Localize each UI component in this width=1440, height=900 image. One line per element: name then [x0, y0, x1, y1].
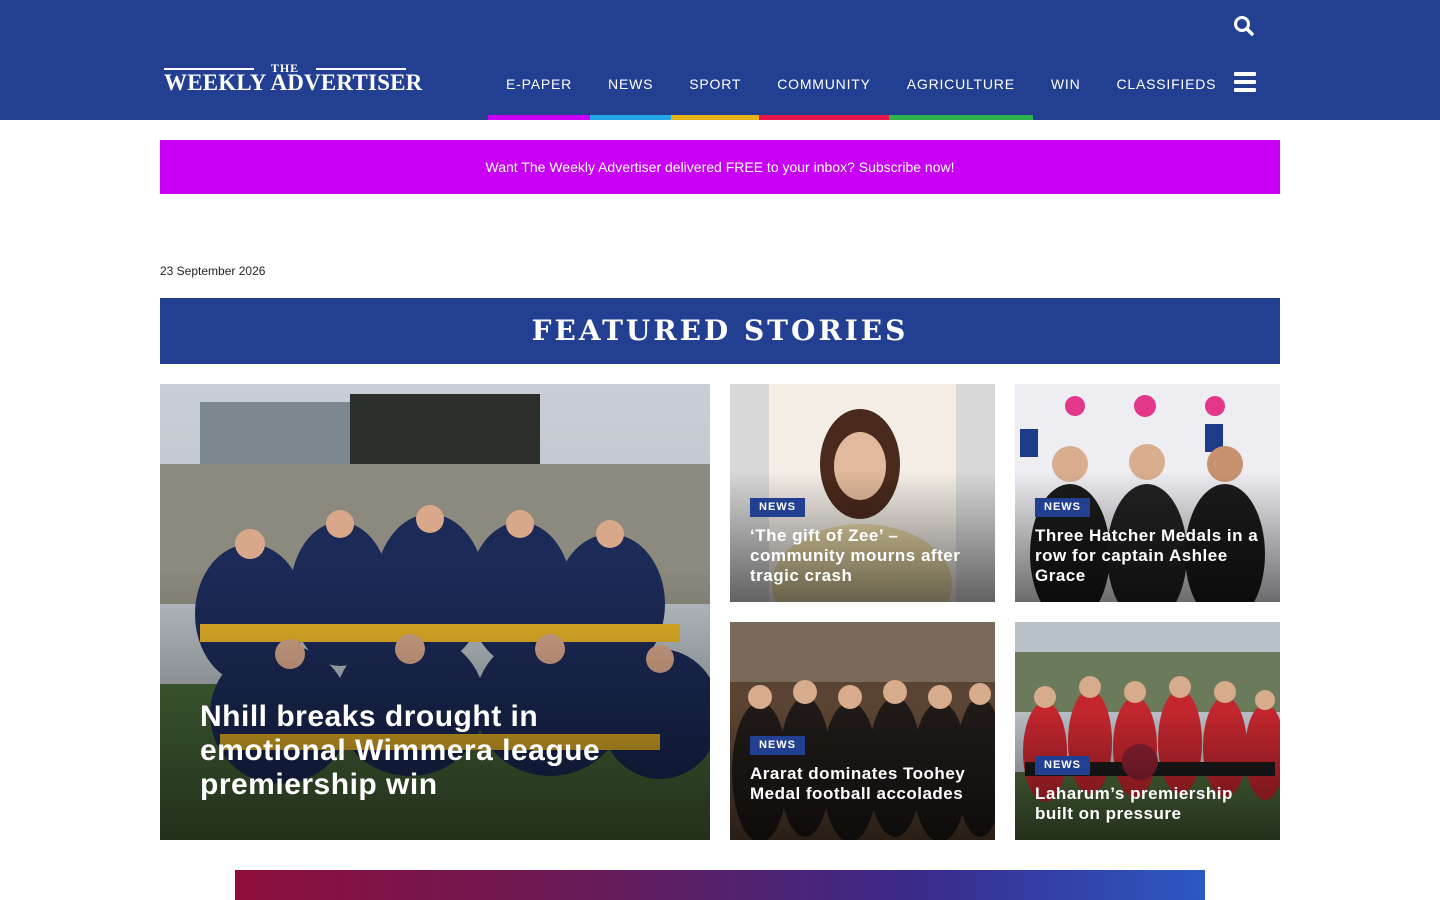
nav-item-label: E-PAPER — [506, 76, 573, 92]
site-header: THE WEEKLY ADVERTISER E-PAPER NEWS SPORT… — [0, 0, 1440, 120]
nav-item-label: COMMUNITY — [777, 76, 871, 92]
hamburger-menu-icon[interactable] — [1234, 72, 1256, 92]
category-badge[interactable]: NEWS — [1035, 498, 1090, 517]
logo-name: WEEKLY ADVERTISER — [164, 70, 423, 95]
nav-item-sport[interactable]: SPORT — [671, 66, 760, 120]
category-badge[interactable]: NEWS — [750, 736, 805, 755]
featured-main-title[interactable]: Nhill breaks drought in emotional Wimmer… — [200, 700, 650, 802]
search-icon[interactable] — [1232, 14, 1256, 38]
nav-item-agriculture[interactable]: AGRICULTURE — [888, 66, 1033, 120]
story-card[interactable]: NEWS Laharum’s premiership built on pres… — [1015, 622, 1280, 840]
story-title[interactable]: Ararat dominates Toohey Medal football a… — [750, 764, 979, 804]
story-card[interactable]: NEWS Ararat dominates Toohey Medal footb… — [730, 622, 995, 840]
advertisement-banner[interactable] — [235, 870, 1205, 900]
site-logo[interactable]: THE WEEKLY ADVERTISER — [164, 62, 423, 95]
story-card[interactable]: NEWS ‘The gift of Zee’ – community mourn… — [730, 384, 995, 602]
nav-item-e-paper[interactable]: E-PAPER — [488, 66, 591, 120]
nav-item-label: CLASSIFIEDS — [1116, 76, 1217, 92]
nav-item-label: SPORT — [689, 76, 742, 92]
category-badge[interactable]: NEWS — [1035, 756, 1090, 775]
main-nav: E-PAPER NEWS SPORT COMMUNITY AGRICULTURE… — [488, 66, 1234, 120]
nav-underline — [488, 115, 591, 120]
nav-item-label: AGRICULTURE — [906, 76, 1015, 92]
story-title[interactable]: Laharum’s premiership built on pressure — [1035, 784, 1264, 824]
subscribe-banner[interactable]: Want The Weekly Advertiser delivered FRE… — [160, 140, 1280, 194]
nav-item-label: WIN — [1050, 76, 1081, 92]
story-title[interactable]: Three Hatcher Medals in a row for captai… — [1035, 526, 1264, 586]
current-date: 23 September 2026 — [160, 264, 266, 278]
featured-heading: FEATURED STORIES — [160, 298, 1280, 364]
nav-item-win[interactable]: WIN — [1033, 66, 1099, 120]
nav-item-news[interactable]: NEWS — [590, 66, 672, 120]
nav-item-community[interactable]: COMMUNITY — [759, 66, 889, 120]
nav-underline — [888, 115, 1033, 120]
featured-main-story[interactable]: Nhill breaks drought in emotional Wimmer… — [160, 384, 710, 840]
nav-underline — [590, 115, 672, 120]
category-badge[interactable]: NEWS — [750, 498, 805, 517]
nav-item-label: NEWS — [608, 76, 654, 92]
story-card[interactable]: NEWS Three Hatcher Medals in a row for c… — [1015, 384, 1280, 602]
nav-item-classifieds[interactable]: CLASSIFIEDS — [1098, 66, 1234, 120]
story-title[interactable]: ‘The gift of Zee’ – community mourns aft… — [750, 526, 979, 586]
nav-underline — [759, 115, 889, 120]
nav-underline — [671, 115, 760, 120]
